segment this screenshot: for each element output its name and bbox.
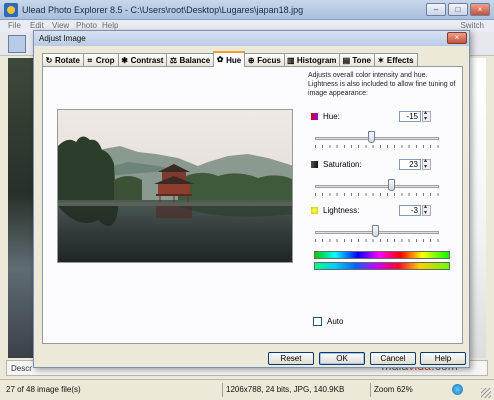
dialog-title: Adjust Image	[39, 34, 86, 43]
help-button[interactable]: Help	[420, 352, 466, 365]
image-preview	[57, 109, 293, 263]
balance-icon: ⚖	[169, 55, 178, 65]
menu-edit[interactable]: Edit	[30, 21, 44, 30]
tab-effects[interactable]: ✶ Effects	[373, 53, 418, 67]
hue-value-input[interactable]: -15	[399, 111, 421, 122]
switch-button[interactable]: Switch	[460, 21, 484, 30]
crop-icon: ⌗	[87, 55, 93, 65]
background-photo	[8, 58, 36, 358]
app-title: Ulead Photo Explorer 8.5 - C:\Users\root…	[22, 5, 304, 15]
maximize-button[interactable]: □	[448, 3, 468, 16]
adjusted-hue-spectrum	[314, 262, 450, 270]
status-file-count: 27 of 48 image file(s)	[6, 385, 81, 394]
hue-icon	[311, 113, 318, 120]
dialog-close-button[interactable]: ×	[447, 32, 467, 44]
ok-button[interactable]: OK	[319, 352, 365, 365]
status-divider	[222, 383, 223, 397]
status-globe-icon[interactable]	[452, 384, 463, 395]
saturation-slider-thumb[interactable]	[387, 179, 395, 191]
dialog-titlebar[interactable]: Adjust Image ×	[34, 31, 469, 46]
status-bar: 27 of 48 image file(s) 1206x788, 24 bits…	[0, 379, 494, 400]
tab-crop[interactable]: ⌗ Crop	[82, 53, 119, 67]
tab-contrast[interactable]: ✱ Contrast	[117, 53, 168, 67]
tab-histogram[interactable]: ▥ Histogram	[283, 53, 341, 67]
saturation-icon	[311, 161, 318, 168]
saturation-label: Saturation:	[323, 160, 362, 169]
focus-icon: ⊕	[247, 55, 255, 65]
hue-slider-track[interactable]	[315, 137, 439, 140]
original-hue-spectrum	[314, 251, 450, 259]
rotate-icon: ↻	[45, 55, 53, 65]
hue-label: Hue:	[323, 112, 340, 121]
menu-view[interactable]: View	[52, 21, 69, 30]
auto-label: Auto	[327, 317, 344, 326]
tone-icon: ▤	[342, 55, 351, 65]
lightness-slider-ticks	[315, 239, 439, 242]
status-zoom: Zoom 62%	[374, 385, 413, 394]
status-image-info: 1206x788, 24 bits, JPG, 140.9KB	[226, 385, 345, 394]
menu-file[interactable]: File	[8, 21, 21, 30]
saturation-spinner[interactable]	[422, 157, 431, 170]
cancel-button[interactable]: Cancel	[370, 352, 416, 365]
tab-focus[interactable]: ⊕ Focus	[244, 53, 285, 67]
status-divider	[370, 383, 371, 397]
tab-strip: ↻ Rotate ⌗ Crop ✱ Contrast ⚖ Balance ✿ Hue ⊕ Focus ▥…	[42, 51, 418, 67]
lightness-value-input[interactable]: -3	[399, 205, 421, 216]
preview-photo	[58, 110, 292, 262]
description-label: Descr	[11, 364, 32, 373]
tab-label: Hue	[226, 55, 242, 65]
hue-description: Adjusts overall color intensity and hue.…	[308, 72, 456, 97]
app-close-button[interactable]: ×	[470, 3, 490, 16]
resize-grip-icon[interactable]	[481, 388, 491, 398]
menu-help[interactable]: Help	[102, 21, 118, 30]
menu-photo[interactable]: Photo	[76, 21, 97, 30]
lightness-spinner[interactable]	[422, 203, 431, 216]
saturation-slider-ticks	[315, 193, 439, 196]
hue-spinner[interactable]	[422, 109, 431, 122]
tab-rotate[interactable]: ↻ Rotate	[42, 53, 84, 67]
browse-folder-icon[interactable]	[8, 35, 26, 53]
lightness-icon	[311, 207, 318, 214]
auto-checkbox[interactable]	[313, 317, 322, 326]
lightness-slider-thumb[interactable]	[371, 225, 379, 237]
tab-balance[interactable]: ⚖ Balance	[166, 53, 215, 67]
minimize-button[interactable]: –	[426, 3, 446, 16]
hue-panel: Adjusts overall color intensity and hue.…	[42, 66, 463, 344]
app-titlebar[interactable]: Ulead Photo Explorer 8.5 - C:\Users\root…	[0, 0, 494, 20]
histogram-icon: ▥	[287, 55, 295, 65]
tab-tone[interactable]: ▤ Tone	[339, 53, 375, 67]
hue-icon: ✿	[216, 55, 224, 64]
adjust-image-dialog: Adjust Image × ↻ Rotate ⌗ Crop ✱ Contrast ⚖ Bal…	[33, 30, 470, 368]
saturation-slider-track[interactable]	[315, 185, 439, 188]
hue-slider-ticks	[315, 145, 439, 148]
saturation-value-input[interactable]: 23	[399, 159, 421, 170]
tab-hue[interactable]: ✿ Hue	[213, 51, 246, 67]
app-logo-icon	[4, 3, 18, 17]
contrast-icon: ✱	[121, 55, 128, 65]
hue-slider-thumb[interactable]	[368, 131, 376, 143]
effects-icon: ✶	[377, 55, 385, 65]
reset-button[interactable]: Reset	[268, 352, 314, 365]
lightness-label: Lightness:	[323, 206, 360, 215]
